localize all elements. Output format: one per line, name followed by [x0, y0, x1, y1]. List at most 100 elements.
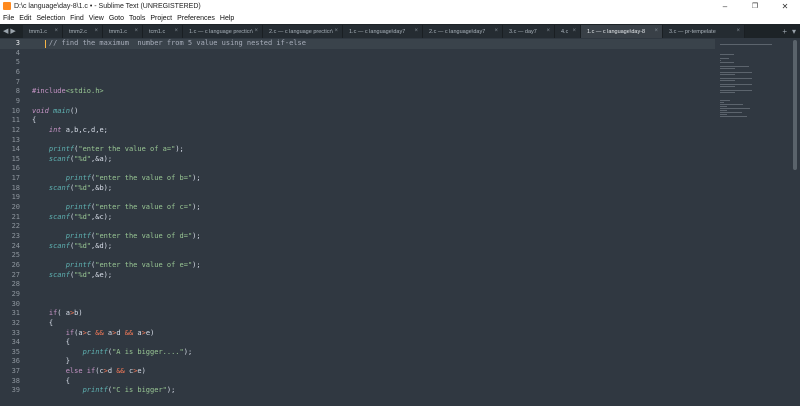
code-token: scanf	[48, 212, 70, 221]
line-number: 13	[11, 135, 20, 144]
code-line[interactable]: printf("enter the value of b=");	[32, 174, 201, 184]
tab-close-icon[interactable]: ×	[546, 28, 550, 34]
tab-close-icon[interactable]: ×	[334, 28, 338, 34]
tab-7[interactable]: 2.c — c language\day7 ×	[423, 25, 503, 38]
tab-close-icon[interactable]: ×	[254, 28, 258, 34]
menu-edit[interactable]: Edit	[19, 15, 31, 22]
minimap-line	[720, 108, 751, 109]
code-token: <stdio.h>	[65, 87, 104, 96]
code-line[interactable]: void main()	[32, 107, 78, 117]
tab-nav-arrows: ◀ ▶	[3, 24, 16, 38]
line-number: 34	[11, 338, 20, 347]
menu-tools[interactable]: Tools	[129, 15, 145, 22]
vertical-scrollbar[interactable]	[790, 38, 800, 406]
tab-1[interactable]: tmm2.c ×	[63, 25, 103, 38]
code-line[interactable]: {	[32, 319, 53, 329]
line-number: 8	[15, 87, 20, 96]
code-token: "A is bigger...."	[112, 347, 184, 356]
new-tab-icon[interactable]: +	[782, 27, 787, 36]
code-line[interactable]: int a,b,c,d,e;	[32, 126, 108, 136]
tab-close-icon[interactable]: ×	[54, 28, 58, 34]
tab-close-icon[interactable]: ×	[174, 28, 178, 34]
tab-2[interactable]: tmm1.c ×	[103, 25, 143, 38]
code-line[interactable]: printf("enter the value of c=");	[32, 203, 201, 213]
code-token: if	[86, 367, 96, 376]
code-token: ,&c);	[91, 212, 113, 221]
code-line[interactable]: printf("C is bigger");	[32, 386, 176, 396]
menu-file[interactable]: File	[3, 15, 14, 22]
code-token: printf	[65, 232, 92, 240]
tab-0[interactable]: tmm1.c ×	[23, 25, 63, 38]
menu-find[interactable]: Find	[70, 15, 84, 22]
tab-label: tmm1.c	[109, 28, 128, 35]
code-token: );	[192, 232, 201, 240]
code-line[interactable]: scanf("%d",&d);	[32, 242, 112, 252]
code-line[interactable]: // find the maximum number from 5 value …	[32, 39, 306, 49]
scrollbar-thumb[interactable]	[793, 40, 797, 170]
line-number: 33	[11, 328, 20, 337]
code-line[interactable]: scanf("%d",&a);	[32, 155, 112, 165]
line-number: 24	[11, 241, 20, 250]
menu-help[interactable]: Help	[220, 15, 234, 22]
code-line[interactable]: printf("enter the value of d=");	[32, 232, 201, 242]
tab-8[interactable]: 3.c — day7 ×	[503, 25, 555, 38]
tab-scroll-right-icon[interactable]: ▶	[10, 27, 15, 35]
line-number: 5	[15, 58, 20, 67]
code-line[interactable]: {	[32, 377, 70, 387]
code-token: b)	[74, 309, 83, 318]
menu-selection[interactable]: Selection	[36, 15, 65, 22]
tab-close-icon[interactable]: ×	[494, 28, 498, 34]
code-line[interactable]: {	[32, 116, 36, 126]
menu-view[interactable]: View	[89, 15, 104, 22]
code-token: "%d"	[74, 154, 92, 163]
tab-10[interactable]: 1.c — c language\day-8 ×	[581, 25, 663, 38]
tab-close-icon[interactable]: ×	[736, 28, 740, 34]
code-token: scanf	[48, 154, 70, 163]
code-line[interactable]: scanf("%d",&e);	[32, 271, 112, 281]
tab-overflow-icon[interactable]: ▾	[792, 27, 796, 36]
code-token: d	[116, 328, 125, 337]
code-line[interactable]: printf("enter the value of a=");	[32, 145, 184, 155]
minimize-button[interactable]: –	[710, 0, 740, 12]
tab-6[interactable]: 1.c — c language\day7 ×	[343, 25, 423, 38]
line-number: 26	[11, 260, 20, 269]
tab-3[interactable]: tcm1.c ×	[143, 25, 183, 38]
tab-close-icon[interactable]: ×	[94, 28, 98, 34]
line-number: 31	[11, 309, 20, 318]
minimap[interactable]	[716, 38, 788, 406]
tab-9[interactable]: 4.c ×	[555, 25, 581, 38]
code-line[interactable]: {	[32, 338, 70, 348]
tab-11[interactable]: 3.c — pr-tempelate ×	[663, 25, 745, 38]
code-token: main	[53, 106, 70, 115]
tab-4[interactable]: 1.c — c language precticr\p-2×	[183, 25, 263, 38]
tab-close-icon[interactable]: ×	[572, 28, 576, 34]
menu-preferences[interactable]: Preferences	[177, 15, 215, 22]
tab-close-icon[interactable]: ×	[414, 28, 418, 34]
code-line[interactable]: #include<stdio.h>	[32, 87, 104, 97]
menu-goto[interactable]: Goto	[109, 15, 124, 22]
tab-close-icon[interactable]: ×	[134, 28, 138, 34]
code-line[interactable]: scanf("%d",&b);	[32, 184, 112, 194]
tab-label: 4.c	[561, 28, 569, 35]
code-line[interactable]: else if(c>d && c>e)	[32, 367, 146, 377]
minimap-line	[720, 114, 728, 115]
code-line[interactable]: scanf("%d",&c);	[32, 213, 112, 223]
menu-project[interactable]: Project	[150, 15, 172, 22]
tab-close-icon[interactable]: ×	[654, 28, 658, 34]
minimap-line	[720, 62, 735, 63]
code-line[interactable]: printf("enter the value of e=");	[32, 261, 201, 271]
minimap-line	[720, 116, 748, 117]
code-line[interactable]: }	[32, 357, 70, 367]
code-line[interactable]: if( a>b)	[32, 309, 83, 319]
editor-area[interactable]: 3 4 5 6 7 8 9 10 11 12 13 14 15 16 17 18 19 20 21 22 23 24 25 2…	[0, 38, 800, 406]
maximize-button[interactable]: ❐	[740, 0, 770, 12]
code-token: ,&b);	[91, 183, 113, 192]
code-line[interactable]: printf("A is bigger....");	[32, 347, 193, 358]
line-number: 23	[11, 232, 20, 240]
tab-5[interactable]: 2.c — c language precticr\p-2×	[263, 25, 343, 38]
tab-scroll-left-icon[interactable]: ◀	[3, 27, 8, 35]
code-line[interactable]: if(a>c && a>d && a>e)	[32, 328, 155, 339]
code-token: int	[48, 125, 62, 134]
close-button[interactable]: ✕	[770, 0, 800, 12]
